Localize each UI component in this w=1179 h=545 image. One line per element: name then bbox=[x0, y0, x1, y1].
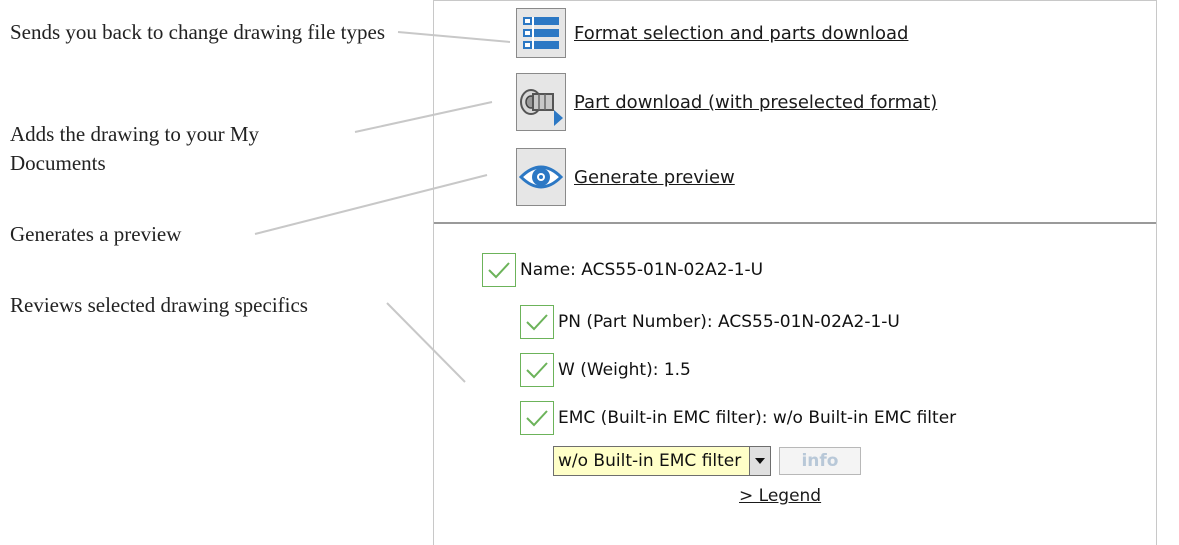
eye-icon bbox=[519, 165, 563, 189]
bolt-download-icon bbox=[520, 89, 563, 126]
callout-preview: Generates a preview bbox=[10, 222, 182, 246]
format-selection-row: Format selection and parts download bbox=[516, 8, 908, 58]
emc-select-group: w/o Built-in EMC filter info bbox=[553, 446, 861, 476]
emc-checkbox[interactable] bbox=[520, 401, 554, 435]
generate-preview-link[interactable]: Generate preview bbox=[574, 167, 735, 188]
callout-part-download: Adds the drawing to your My Documents bbox=[10, 122, 260, 175]
spec-weight-row: W (Weight): 1.5 bbox=[520, 353, 691, 387]
info-button[interactable]: info bbox=[779, 447, 861, 475]
emc-select[interactable]: w/o Built-in EMC filter bbox=[553, 446, 749, 476]
emc-select-dropdown-button[interactable] bbox=[749, 446, 771, 476]
spec-emc-text: EMC (Built-in EMC filter): w/o Built-in … bbox=[558, 408, 957, 428]
part-download-icon-button[interactable] bbox=[516, 73, 566, 131]
format-selection-icon-button[interactable] bbox=[516, 8, 566, 58]
checkmark-icon bbox=[526, 362, 548, 379]
spec-part-number-row: PN (Part Number): ACS55-01N-02A2-1-U bbox=[520, 305, 900, 339]
list-icon bbox=[523, 17, 559, 49]
spec-emc-row: EMC (Built-in EMC filter): w/o Built-in … bbox=[520, 401, 956, 435]
spec-name-row: Name: ACS55-01N-02A2-1-U bbox=[482, 253, 763, 287]
spec-weight-text: W (Weight): 1.5 bbox=[558, 360, 691, 380]
part-download-row: Part download (with preselected format) bbox=[516, 73, 937, 131]
callout-specifics: Reviews selected drawing specifics bbox=[10, 293, 308, 317]
generate-preview-row: Generate preview bbox=[516, 148, 735, 206]
checkmark-icon bbox=[488, 262, 510, 279]
format-selection-link[interactable]: Format selection and parts download bbox=[574, 23, 908, 44]
checkmark-icon bbox=[526, 410, 548, 427]
weight-checkbox[interactable] bbox=[520, 353, 554, 387]
panel-divider bbox=[434, 222, 1156, 224]
parts-panel: Format selection and parts download Part… bbox=[433, 0, 1157, 545]
part-number-checkbox[interactable] bbox=[520, 305, 554, 339]
generate-preview-icon-button[interactable] bbox=[516, 148, 566, 206]
legend-link[interactable]: > Legend bbox=[739, 486, 821, 506]
part-download-link[interactable]: Part download (with preselected format) bbox=[574, 92, 937, 113]
spec-name-text: Name: ACS55-01N-02A2-1-U bbox=[520, 260, 764, 280]
name-checkbox[interactable] bbox=[482, 253, 516, 287]
checkmark-icon bbox=[526, 314, 548, 331]
chevron-down-icon bbox=[755, 458, 765, 464]
panel-top-border bbox=[434, 0, 1156, 1]
callout-format-selection: Sends you back to change drawing file ty… bbox=[10, 20, 385, 44]
spec-part-number-text: PN (Part Number): ACS55-01N-02A2-1-U bbox=[558, 312, 900, 332]
